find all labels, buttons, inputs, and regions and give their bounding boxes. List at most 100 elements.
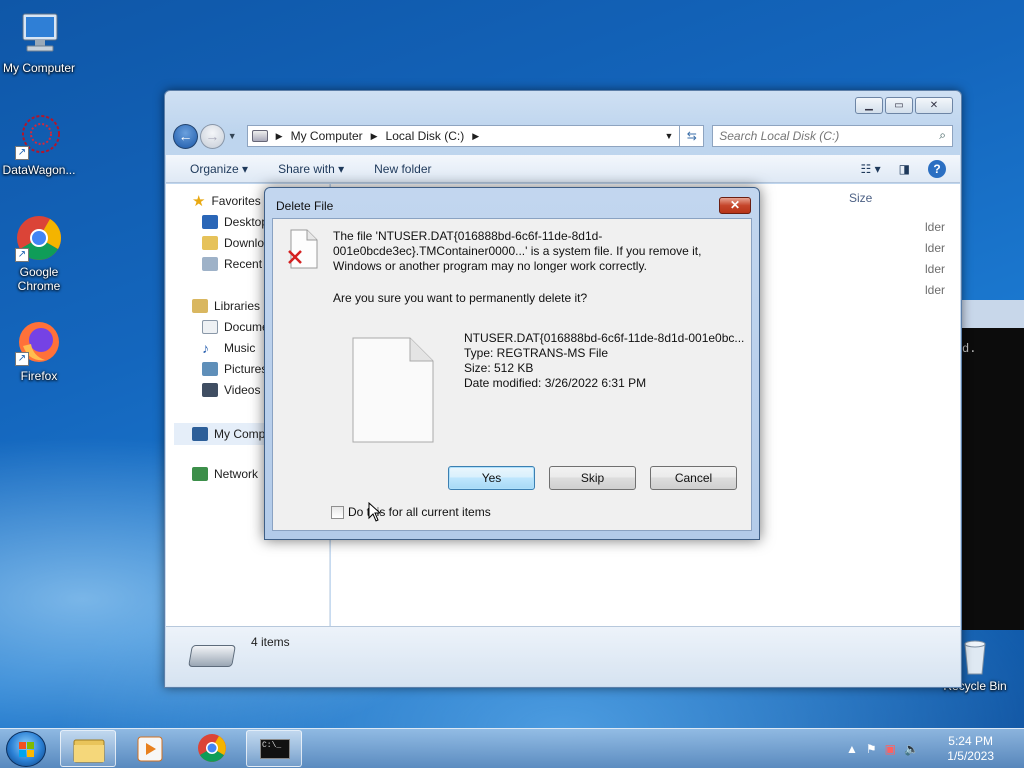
file-date-modified: Date modified: 3/26/2022 6:31 PM [464,376,647,390]
clock-time: 5:24 PM [948,734,993,748]
file-type-cell: lder [925,220,946,234]
file-type: Type: REGTRANS-MS File [464,346,609,360]
taskbar-chrome-button[interactable] [184,730,240,767]
mouse-cursor-icon [368,501,382,525]
nav-downloads[interactable]: Downlo [202,234,264,252]
breadcrumb-local-disk[interactable]: Local Disk (C:) [386,129,465,143]
nav-libraries[interactable]: Libraries [192,297,260,315]
dialog-confirm-text: Are you sure you want to permanently del… [333,291,588,305]
console-window[interactable]: d. [962,300,1024,630]
star-icon: ★ [192,193,206,210]
help-icon[interactable]: ? [928,160,946,178]
network-status-icon[interactable]: ▣ [885,742,896,756]
nav-videos[interactable]: Videos [202,381,260,399]
libraries-icon [192,299,208,313]
organize-menu[interactable]: Organize ▾ [190,162,248,176]
command-bar: Organize ▾ Share with ▾ New folder ☷ ▾ ◨… [166,155,960,183]
system-tray: ▲ ⚑ ▣ 🔈 [846,742,919,756]
desktop-icon [202,215,218,229]
action-center-flag-icon[interactable]: ⚑ [866,742,877,756]
nav-pictures[interactable]: Pictures [202,360,267,378]
nav-music[interactable]: ♪ Music [202,339,255,357]
details-pane: 4 items [166,626,960,686]
nav-favorites[interactable]: ★ Favorites [192,192,261,210]
recent-pages-chevron-icon[interactable]: ▼ [228,131,237,141]
folder-icon [73,739,105,763]
volume-icon[interactable]: 🔈 [904,742,919,756]
desktop-icon-label: My Computer [2,61,76,75]
computer-icon [15,10,63,58]
maximize-button[interactable]: ▭ [885,97,913,114]
refresh-button[interactable]: ⇆ [680,125,705,147]
search-icon: ⌕ [939,128,946,142]
nav-recent-places[interactable]: Recent P [202,255,273,273]
back-button[interactable]: ← [173,123,198,149]
shortcut-arrow-icon: ↗ [15,352,29,366]
taskbar-explorer-button[interactable] [60,730,116,767]
forward-button[interactable]: → [199,123,225,149]
show-hidden-icons-icon[interactable]: ▲ [846,742,858,756]
dialog-title: Delete File [276,199,334,213]
chrome-icon: ↗ [15,214,63,262]
desktop-icon-datawagon[interactable]: ↗ DataWagon... [0,112,79,177]
dialog-close-button[interactable]: ✕ [719,197,751,214]
breadcrumb-my-computer[interactable]: My Computer [291,129,363,143]
file-size: Size: 512 KB [464,361,534,375]
system-file-warning-icon [287,229,319,272]
command-prompt-icon: C:\_ [260,739,290,759]
desktop-icon-my-computer[interactable]: My Computer [0,10,79,75]
new-folder-button[interactable]: New folder [374,162,431,176]
file-name: NTUSER.DAT{016888bd-6c6f-11de-8d1d-001e0… [464,331,745,345]
videos-icon [202,383,218,397]
network-icon [192,467,208,481]
skip-button[interactable]: Skip [549,466,636,490]
start-button[interactable] [6,731,46,767]
cancel-button[interactable]: Cancel [650,466,737,490]
file-type-cell: lder [925,283,946,297]
recent-places-icon [202,257,218,271]
console-text: d. [962,342,977,356]
yes-button[interactable]: Yes [448,466,535,490]
pictures-icon [202,362,218,376]
desktop-icon-label: Google Chrome [17,265,61,293]
taskbar: C:\_ ▲ ⚑ ▣ 🔈 5:24 PM 1/5/2023 [0,728,1024,768]
firefox-icon: ↗ [15,318,63,366]
address-bar[interactable]: ▶ My Computer ▶ Local Disk (C:) ▶ ▼ [246,125,681,147]
views-icon[interactable]: ☷ ▾ [861,162,881,176]
apply-to-all-checkbox[interactable] [331,505,344,519]
desktop-icon-label: Firefox [20,369,58,383]
datawagon-icon: ↗ [15,112,63,160]
file-details: NTUSER.DAT{016888bd-6c6f-11de-8d1d-001e0… [464,331,744,391]
nav-network[interactable]: Network [192,465,258,483]
preview-pane-icon[interactable]: ◨ [899,162,910,176]
search-input[interactable]: Search Local Disk (C:) ⌕ [712,125,953,147]
shortcut-arrow-icon: ↗ [15,146,29,160]
windows-logo-icon [19,742,34,757]
column-header-size[interactable]: Size [849,191,872,205]
breadcrumb-separator-icon: ▶ [275,130,283,141]
downloads-folder-icon [202,236,218,250]
item-count: 4 items [251,635,290,649]
drive-icon [251,130,268,142]
taskbar-media-player-button[interactable] [122,730,178,767]
breadcrumb-separator-icon: ▶ [472,130,480,141]
share-with-menu[interactable]: Share with ▾ [278,162,344,176]
desktop-icon-label: DataWagon... [2,163,76,177]
search-placeholder: Search Local Disk (C:) [719,129,840,143]
delete-file-dialog[interactable]: Delete File ✕ The file 'NTUSER.DAT{01688… [264,187,760,540]
close-button[interactable]: ✕ [915,97,953,114]
dialog-message: The file 'NTUSER.DAT{016888bd-6c6f-11de-… [333,229,702,273]
clock-date: 1/5/2023 [947,749,994,763]
drive-icon [188,645,236,667]
nav-documents[interactable]: Docume [202,318,269,336]
apply-to-all-option[interactable]: Do this for all current items [331,505,491,519]
desktop-icon-chrome[interactable]: ↗ Google Chrome [0,214,79,293]
taskbar-console-button[interactable]: C:\_ [246,730,302,767]
taskbar-clock[interactable]: 5:24 PM 1/5/2023 [947,734,994,764]
address-dropdown-icon[interactable]: ▼ [664,131,673,141]
minimize-button[interactable]: ▁ [855,97,883,114]
desktop-icon-firefox[interactable]: ↗ Firefox [0,318,79,383]
breadcrumb-separator-icon: ▶ [370,130,378,141]
nav-desktop[interactable]: Desktop [202,213,268,231]
file-type-cell: lder [925,262,946,276]
